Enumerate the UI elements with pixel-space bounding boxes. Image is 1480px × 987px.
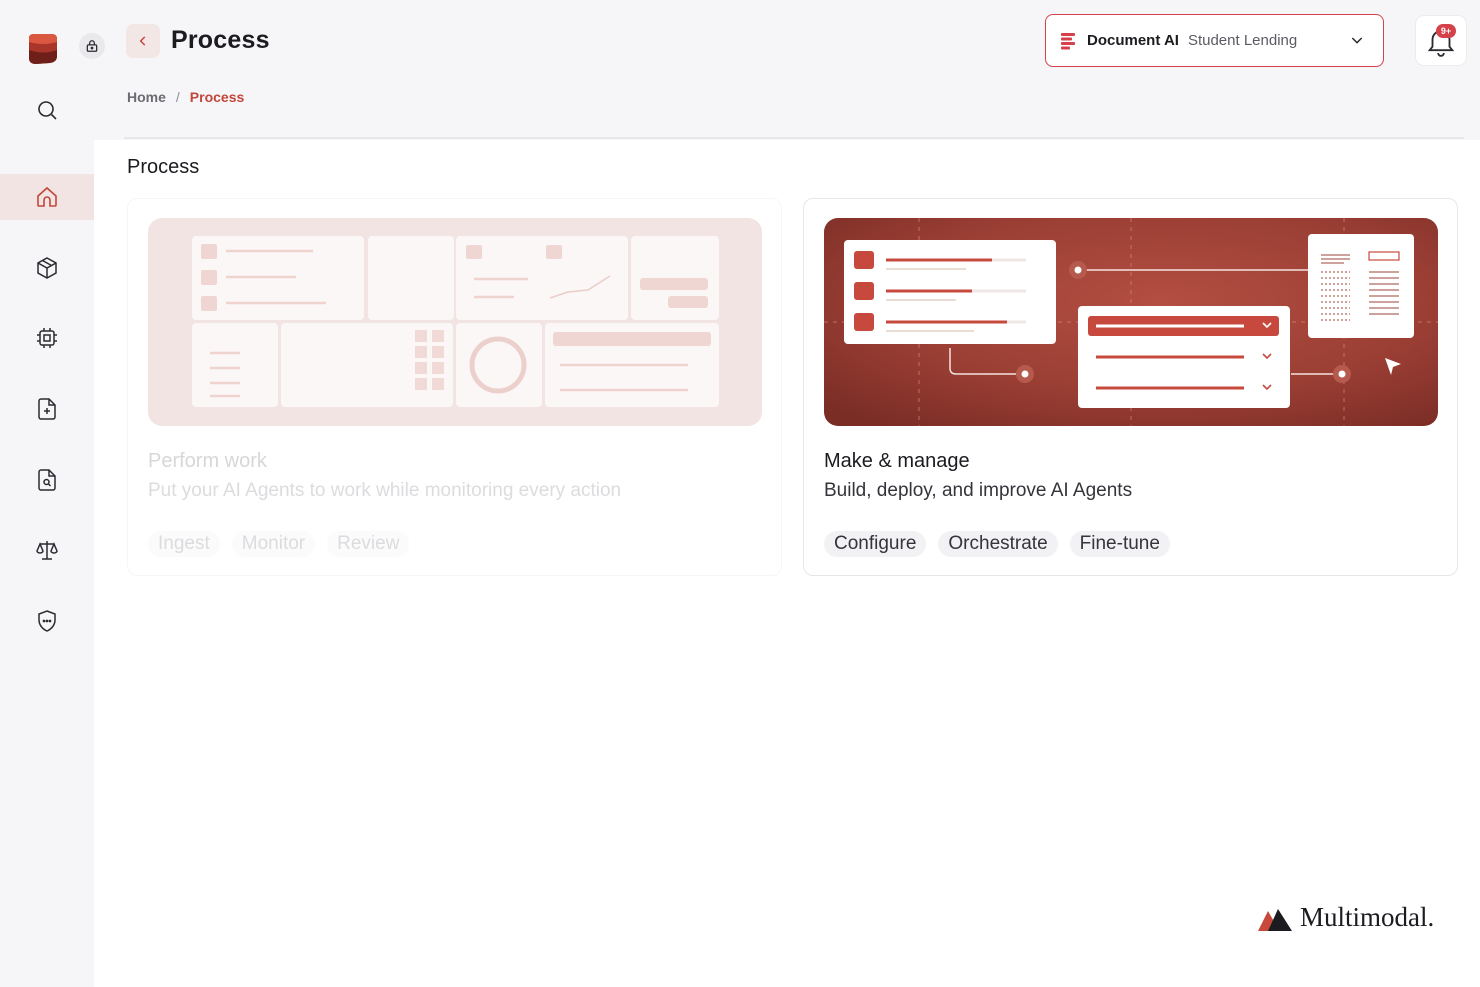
tag-review: Review: [327, 531, 410, 557]
workflow-illustration-icon: [824, 218, 1438, 426]
tag-fine-tune[interactable]: Fine-tune: [1069, 531, 1170, 557]
sidebar-item-search[interactable]: [0, 87, 94, 133]
chevron-left-icon: [139, 36, 146, 46]
breadcrumb-home[interactable]: Home: [127, 89, 166, 105]
lock-icon: [86, 40, 98, 52]
page-title: Process: [171, 26, 270, 54]
sidebar-item-models[interactable]: [0, 245, 94, 291]
breadcrumb: Home / Process: [127, 89, 244, 105]
card-make-and-manage[interactable]: Make & manage Build, deploy, and improve…: [803, 198, 1458, 576]
brand-watermark: Multimodal.: [1256, 902, 1434, 933]
breadcrumb-separator: /: [175, 89, 180, 105]
sidebar-item-processors[interactable]: [0, 315, 94, 361]
multimodal-logo-icon: [1258, 908, 1292, 931]
notification-badge: 9+: [1436, 24, 1456, 38]
sidebar-item-security[interactable]: [0, 598, 94, 644]
card-perform-work: Perform work Put your AI Agents to work …: [127, 198, 782, 576]
tag-orchestrate[interactable]: Orchestrate: [938, 531, 1058, 557]
sidebar-item-home[interactable]: [0, 174, 94, 220]
selector-workflow-label: Student Lending: [1187, 32, 1298, 49]
chevron-down-icon: [1351, 37, 1363, 44]
cube-icon: [37, 257, 57, 279]
header-divider: [124, 137, 1464, 139]
tag-monitor: Monitor: [231, 531, 316, 557]
card-illustration: [148, 218, 762, 426]
selector-product-label: Document AI: [1087, 32, 1179, 49]
tag-ingest: Ingest: [148, 531, 220, 557]
card-illustration: [824, 218, 1438, 426]
home-icon: [37, 186, 57, 207]
section-title: Process: [127, 156, 200, 178]
notifications-button[interactable]: [1415, 15, 1467, 66]
card-tags: Ingest Monitor Review: [148, 531, 410, 557]
scale-icon: [36, 541, 58, 560]
dashboard-illustration-icon: [148, 218, 762, 426]
card-tags: Configure Orchestrate Fine-tune: [824, 531, 1170, 557]
sidebar-item-compliance[interactable]: [0, 527, 94, 573]
card-title: Make & manage: [824, 450, 970, 472]
card-title: Perform work: [148, 450, 267, 472]
file-plus-icon: [38, 398, 56, 420]
shield-icon: [38, 610, 56, 632]
brand-name: Multimodal.: [1300, 902, 1435, 932]
lock-button[interactable]: [79, 33, 105, 59]
product-selector[interactable]: Document AI Student Lending: [1045, 14, 1384, 67]
document-ai-icon: [1061, 32, 1075, 49]
sidebar-item-review[interactable]: [0, 457, 94, 503]
sidebar-item-new-document[interactable]: [0, 386, 94, 432]
back-button[interactable]: [126, 24, 160, 58]
breadcrumb-current: Process: [189, 89, 245, 105]
search-icon: [38, 101, 57, 120]
card-description: Put your AI Agents to work while monitor…: [148, 480, 622, 501]
app-logo-icon[interactable]: [26, 30, 60, 66]
chip-icon: [37, 328, 57, 348]
tag-configure[interactable]: Configure: [824, 531, 927, 557]
file-search-icon: [38, 469, 56, 491]
sidebar: [0, 0, 105, 987]
card-description: Build, deploy, and improve AI Agents: [824, 480, 1133, 501]
